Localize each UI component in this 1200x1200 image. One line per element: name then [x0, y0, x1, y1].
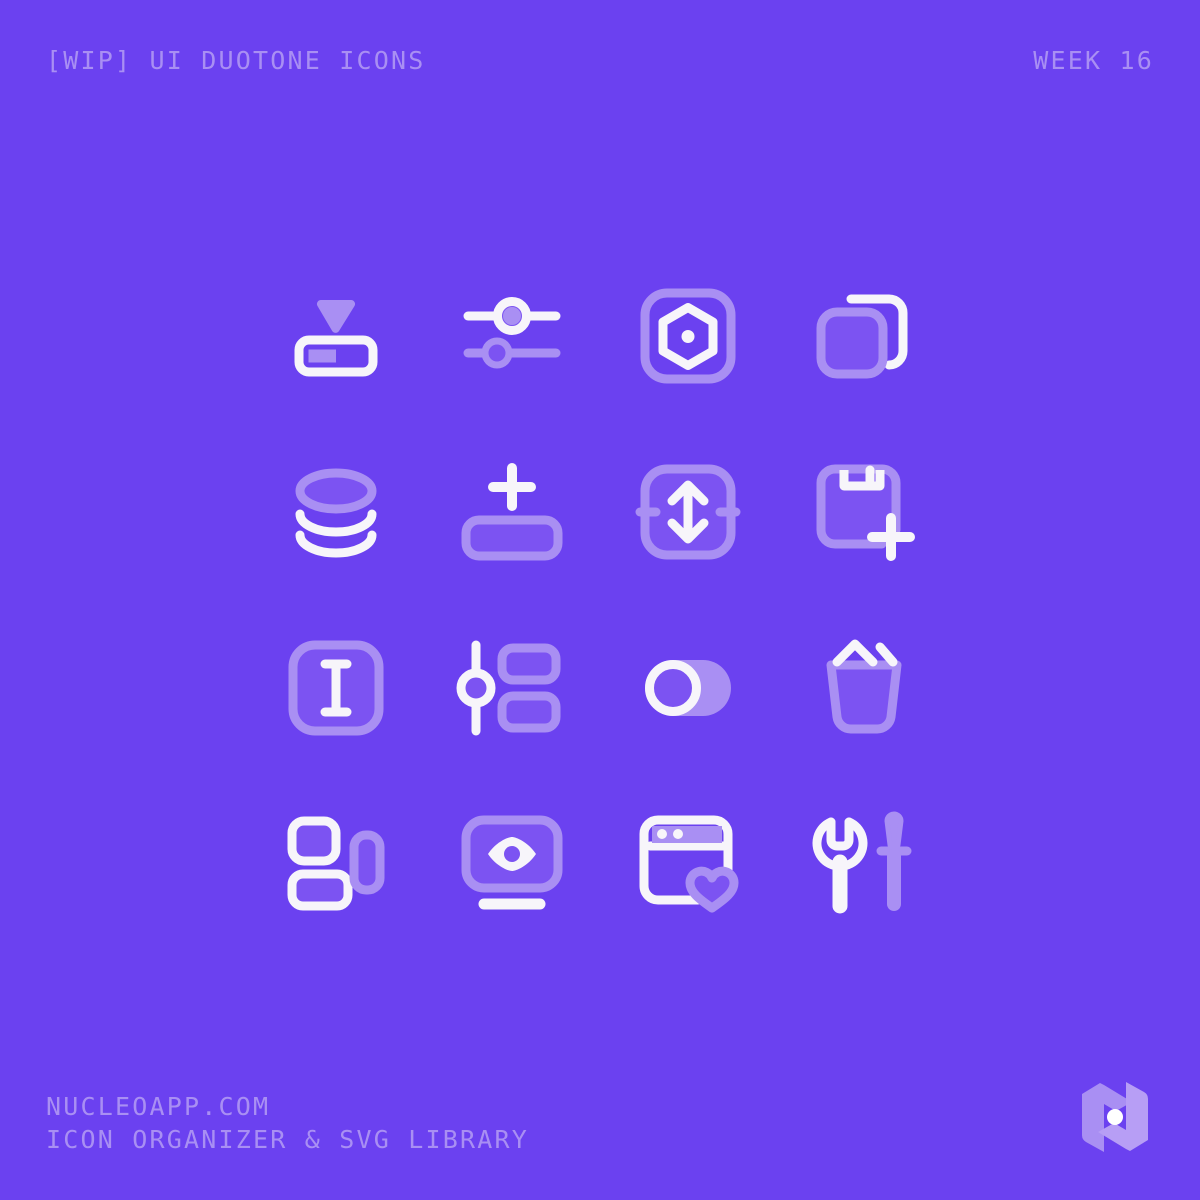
icon-cell-sliders-horizontal[interactable] — [424, 248, 600, 424]
add-row-icon — [461, 463, 563, 561]
slider-list-icon — [456, 640, 561, 736]
preview-monitor-icon — [461, 815, 563, 910]
icon-cell-slider-list[interactable] — [424, 600, 600, 776]
page-title: [WIP] UI DUOTONE ICONS — [46, 45, 426, 75]
header: [WIP] UI DUOTONE ICONS WEEK 16 — [46, 40, 1154, 80]
browser-favorite-icon — [639, 815, 739, 913]
icon-cell-browser-favorite[interactable] — [600, 776, 776, 952]
duplicate-icon — [816, 294, 908, 379]
footer-website: NUCLEOAPP.COM — [46, 1092, 271, 1121]
icon-cell-toggle-off[interactable] — [600, 600, 776, 776]
sliders-horizontal-icon — [463, 297, 561, 369]
icon-grid — [248, 248, 952, 952]
layout-blocks-icon — [287, 816, 385, 911]
icon-cell-save-add[interactable] — [776, 424, 952, 600]
nucleo-logo — [1081, 1082, 1149, 1152]
week-label: WEEK 16 — [1033, 45, 1154, 75]
icon-cell-slider-progress[interactable] — [248, 248, 424, 424]
database-stack-icon — [295, 468, 377, 558]
icon-cell-trash[interactable] — [776, 600, 952, 776]
text-cursor-icon — [288, 640, 384, 736]
save-add-icon — [816, 464, 915, 561]
toggle-off-icon — [645, 660, 731, 716]
resize-vertical-icon — [635, 464, 741, 560]
icon-sheet-page: [WIP] UI DUOTONE ICONS WEEK 16 NUCLEOAPP… — [0, 0, 1200, 1200]
icon-cell-add-row[interactable] — [424, 424, 600, 600]
slider-progress-icon — [294, 299, 378, 377]
icon-cell-preview-monitor[interactable] — [424, 776, 600, 952]
tools-icon — [812, 811, 912, 914]
icon-cell-text-cursor[interactable] — [248, 600, 424, 776]
footer-tagline: ICON ORGANIZER & SVG LIBRARY — [46, 1125, 530, 1154]
trash-icon — [826, 639, 902, 734]
icon-cell-tools[interactable] — [776, 776, 952, 952]
footer: NUCLEOAPP.COM ICON ORGANIZER & SVG LIBRA… — [46, 1090, 529, 1156]
hexagon-settings-icon — [640, 288, 736, 384]
icon-cell-duplicate[interactable] — [776, 248, 952, 424]
icon-cell-hexagon-settings[interactable] — [600, 248, 776, 424]
icon-cell-database-stack[interactable] — [248, 424, 424, 600]
icon-cell-resize-vertical[interactable] — [600, 424, 776, 600]
icon-cell-layout-blocks[interactable] — [248, 776, 424, 952]
